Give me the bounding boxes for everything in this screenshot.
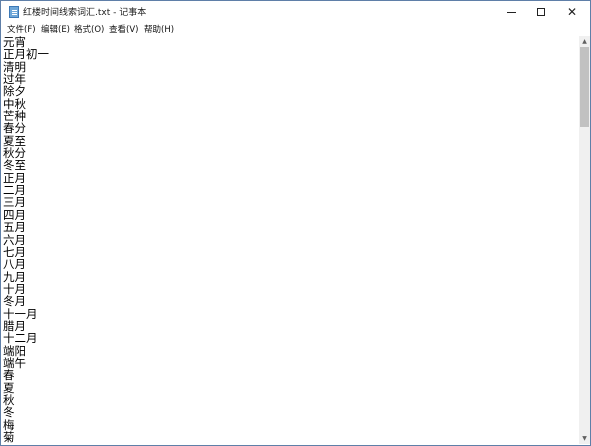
text-line: 十一月	[3, 306, 38, 321]
text-line: 七月	[3, 244, 26, 259]
text-line: 十二月	[3, 331, 38, 346]
title-bar[interactable]: 红楼时间线索词汇.txt - 记事本 ✕	[1, 0, 590, 22]
menu-edit[interactable]: 编辑(E)	[41, 23, 70, 35]
text-line: 中秋	[3, 96, 26, 111]
menu-format[interactable]: 格式(O)	[74, 23, 104, 35]
scroll-up-icon[interactable]: ▲	[579, 36, 590, 47]
text-line: 腊月	[3, 318, 26, 333]
close-button[interactable]: ✕	[557, 1, 587, 23]
text-line: 过年	[3, 72, 26, 87]
text-line: 四月	[3, 207, 26, 222]
text-line: 正月	[3, 170, 26, 185]
text-line: 端阳	[3, 343, 26, 358]
scroll-down-icon[interactable]: ▼	[579, 433, 590, 444]
maximize-button[interactable]	[526, 1, 556, 23]
text-line: 夏至	[3, 133, 26, 148]
text-line: 正月初一	[3, 47, 49, 62]
vertical-scrollbar[interactable]: ▲ ▼	[579, 36, 590, 444]
text-line: 秋分	[3, 146, 26, 161]
text-line: 清明	[3, 59, 26, 74]
text-line: 二月	[3, 183, 26, 198]
text-line: 除夕	[3, 84, 26, 99]
text-line: 八月	[3, 257, 26, 272]
text-line: 元宵	[3, 36, 26, 49]
text-line: 秋	[3, 392, 15, 407]
text-line: 九月	[3, 269, 26, 284]
text-line: 三月	[3, 195, 26, 210]
minimize-icon	[506, 11, 516, 13]
notepad-icon	[9, 6, 19, 18]
minimize-button[interactable]	[496, 1, 526, 23]
text-line: 春	[3, 368, 15, 383]
text-line: 五月	[3, 220, 26, 235]
text-line: 十月	[3, 281, 26, 296]
window-title: 红楼时间线索词汇.txt - 记事本	[23, 8, 147, 18]
text-line: 菊	[3, 430, 15, 444]
maximize-icon	[537, 8, 545, 16]
notepad-window: 红楼时间线索词汇.txt - 记事本 ✕ 文件(F) 编辑(E) 格式(O) 查…	[0, 0, 591, 446]
text-line: 梅	[3, 417, 15, 432]
close-icon: ✕	[566, 5, 578, 19]
text-line: 春分	[3, 121, 26, 136]
menu-help[interactable]: 帮助(H)	[144, 23, 174, 35]
text-line: 冬月	[3, 294, 26, 309]
text-line: 端午	[3, 355, 26, 370]
text-line: 冬	[3, 405, 15, 420]
scrollbar-thumb[interactable]	[580, 47, 589, 127]
text-line: 六月	[3, 232, 26, 247]
menu-view[interactable]: 查看(V)	[109, 23, 138, 35]
menu-file[interactable]: 文件(F)	[7, 23, 36, 35]
menu-bar: 文件(F) 编辑(E) 格式(O) 查看(V) 帮助(H)	[1, 22, 590, 36]
text-editor-area[interactable]: 元宵 正月初一 清明 过年 除夕 中秋 芒种 春分 夏至 秋分 冬至 正月 二月 三月 四月 五月 六月 七月 八月…	[2, 36, 579, 444]
text-line: 芒种	[3, 109, 26, 124]
text-line: 冬至	[3, 158, 26, 173]
text-line: 夏	[3, 380, 15, 395]
